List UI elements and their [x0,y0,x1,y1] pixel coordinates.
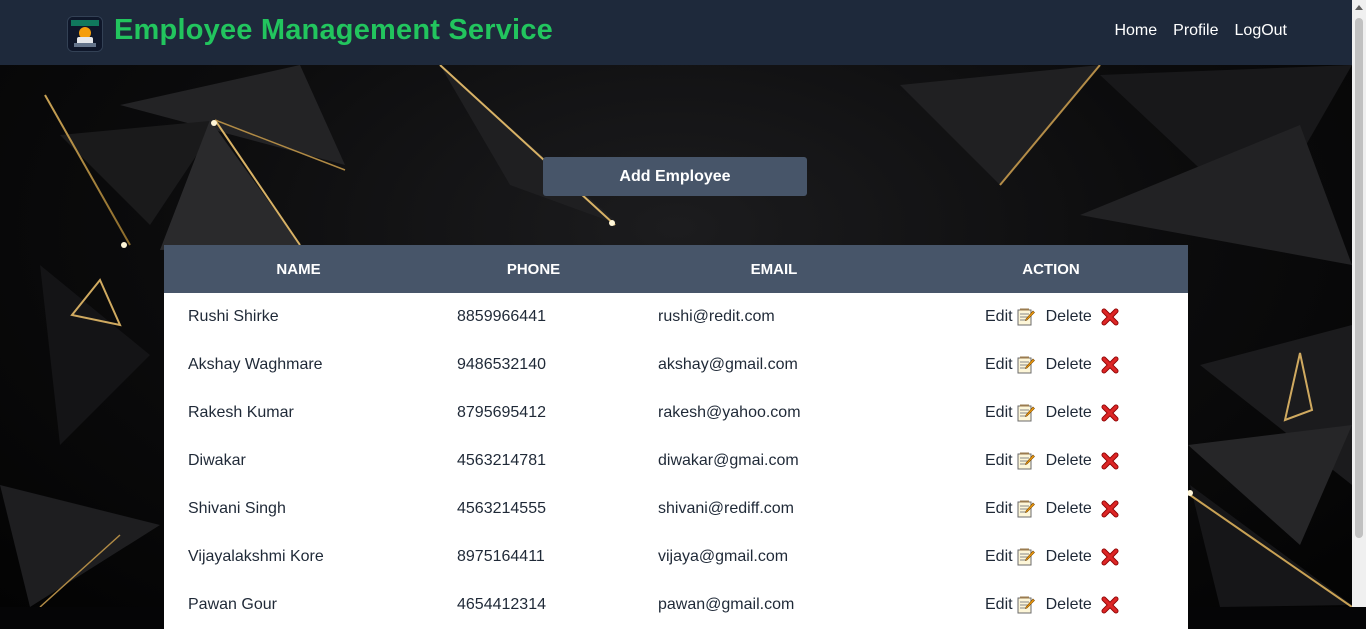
edit-button[interactable]: Edit [985,356,1046,374]
table-row: Rushi Shirke 8859966441 rushi@redit.com Edi… [164,293,1188,341]
notepad-pencil-icon[interactable] [1017,452,1035,470]
delete-button[interactable]: Delete [1046,596,1119,614]
scrollbar-thumb[interactable] [1355,18,1363,538]
red-x-icon[interactable] [1101,356,1119,374]
cell-email: rakesh@yahoo.com [658,404,801,421]
cell-email: akshay@gmail.com [658,356,798,373]
delete-button[interactable]: Delete [1046,452,1119,470]
notepad-pencil-icon[interactable] [1017,404,1035,422]
delete-label: Delete [1045,500,1092,517]
edit-label: Edit [985,404,1013,421]
nav-profile-link[interactable]: Profile [1173,22,1218,40]
coder-avatar-icon[interactable] [67,16,103,52]
cell-email: diwakar@gmai.com [658,452,799,469]
delete-label: Delete [1045,452,1092,469]
header-action: ACTION [1022,260,1080,278]
delete-label: Delete [1045,548,1092,565]
edit-label: Edit [985,452,1013,469]
table-row: Vijayalakshmi Kore 8975164411 vijaya@gmail… [164,533,1188,581]
cell-name: Shivani Singh [188,500,286,517]
notepad-pencil-icon[interactable] [1017,356,1035,374]
red-x-icon[interactable] [1101,452,1119,470]
cell-phone: 9486532140 [457,356,546,373]
edit-label: Edit [985,596,1013,613]
cell-email: pawan@gmail.com [658,596,795,613]
red-x-icon[interactable] [1101,596,1119,614]
nav-logout-link[interactable]: LogOut [1235,22,1287,40]
nav-links: Home Profile LogOut [1114,22,1287,40]
table-row: Shivani Singh 4563214555 shivani@rediff.co… [164,485,1188,533]
table-row: Pawan Gour 4654412314 pawan@gmail.com Edit D… [164,581,1188,629]
cell-action: Edit Delete [955,548,1188,566]
nav-home-link[interactable]: Home [1114,22,1157,40]
delete-label: Delete [1045,308,1092,325]
red-x-icon[interactable] [1101,308,1119,326]
cell-name: Rushi Shirke [188,308,279,325]
notepad-pencil-icon[interactable] [1017,596,1035,614]
edit-label: Edit [985,500,1013,517]
employee-table: NAME PHONE EMAIL ACTION Rushi Shirke 8859… [164,245,1188,629]
edit-button[interactable]: Edit [985,596,1046,614]
table-row: Diwakar 4563214781 diwakar@gmai.com Edit Del… [164,437,1188,485]
scrollbar[interactable] [1352,0,1366,607]
table-row: Akshay Waghmare 9486532140 akshay@gmail.co… [164,341,1188,389]
delete-label: Delete [1045,356,1092,373]
edit-button[interactable]: Edit [985,500,1046,518]
delete-button[interactable]: Delete [1046,404,1119,422]
cell-name: Vijayalakshmi Kore [188,548,324,565]
cell-phone: 8859966441 [457,308,546,325]
cell-phone: 4563214555 [457,500,546,517]
cell-name: Akshay Waghmare [188,356,323,373]
add-employee-button[interactable]: Add Employee [543,157,807,196]
cell-email: rushi@redit.com [658,308,775,325]
edit-button[interactable]: Edit [985,404,1046,422]
navbar: Employee Management Service Home Profile… [0,0,1352,65]
table-header: NAME PHONE EMAIL ACTION [164,245,1188,293]
cell-name: Pawan Gour [188,596,277,613]
cell-phone: 8975164411 [457,548,545,565]
notepad-pencil-icon[interactable] [1017,500,1035,518]
cell-action: Edit Delete [955,452,1188,470]
table-row: Rakesh Kumar 8795695412 rakesh@yahoo.com Ed… [164,389,1188,437]
red-x-icon[interactable] [1101,404,1119,422]
edit-label: Edit [985,356,1013,373]
cell-name: Diwakar [188,452,246,469]
edit-button[interactable]: Edit [985,308,1046,326]
red-x-icon[interactable] [1101,548,1119,566]
notepad-pencil-icon[interactable] [1017,308,1035,326]
cell-phone: 8795695412 [457,404,546,421]
cell-email: shivani@rediff.com [658,500,794,517]
edit-label: Edit [985,548,1013,565]
delete-button[interactable]: Delete [1046,548,1119,566]
cell-email: vijaya@gmail.com [658,548,789,565]
cell-action: Edit Delete [955,596,1188,614]
header-phone: PHONE [506,260,561,278]
cell-action: Edit Delete [955,500,1188,518]
cell-name: Rakesh Kumar [188,404,294,421]
cell-phone: 4654412314 [457,596,546,613]
cell-action: Edit Delete [955,404,1188,422]
delete-label: Delete [1045,404,1092,421]
notepad-pencil-icon[interactable] [1017,548,1035,566]
delete-button[interactable]: Delete [1046,500,1119,518]
table-body: Rushi Shirke 8859966441 rushi@redit.com Edi… [164,293,1188,629]
delete-button[interactable]: Delete [1046,356,1119,374]
cell-phone: 4563214781 [457,452,546,469]
scroll-up-arrow-icon[interactable] [1355,5,1363,10]
cell-action: Edit Delete [955,356,1188,374]
header-name: NAME [276,260,321,278]
delete-button[interactable]: Delete [1046,308,1119,326]
brand-title[interactable]: Employee Management Service [114,14,553,47]
edit-button[interactable]: Edit [985,548,1046,566]
edit-label: Edit [985,308,1013,325]
edit-button[interactable]: Edit [985,452,1046,470]
red-x-icon[interactable] [1101,500,1119,518]
delete-label: Delete [1045,596,1092,613]
header-email: EMAIL [750,260,798,278]
cell-action: Edit Delete [955,308,1188,326]
